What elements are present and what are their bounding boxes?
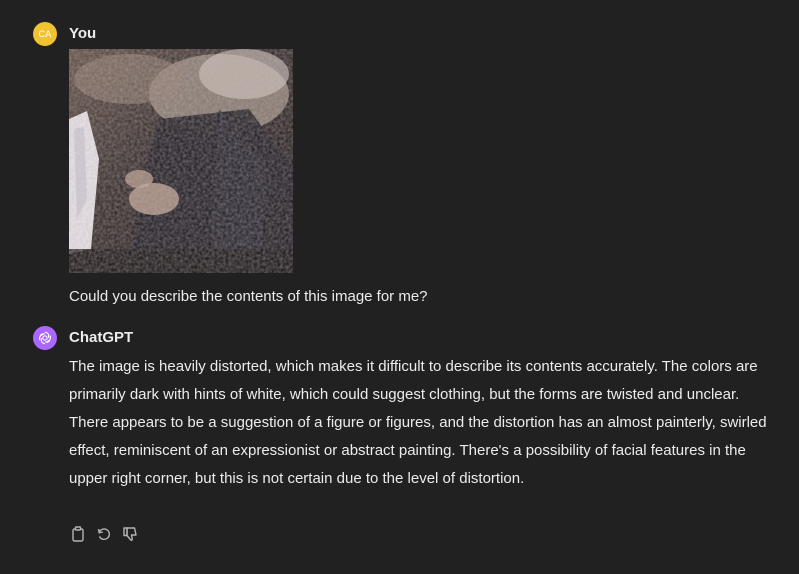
distorted-image-art bbox=[69, 49, 293, 273]
attached-image[interactable] bbox=[69, 49, 293, 273]
message-actions bbox=[69, 525, 139, 543]
openai-logo-icon bbox=[38, 331, 52, 345]
copy-button[interactable] bbox=[69, 525, 87, 543]
regenerate-icon bbox=[97, 528, 111, 541]
thumbs-down-button[interactable] bbox=[121, 525, 139, 543]
user-message-text: Could you describe the contents of this … bbox=[69, 288, 428, 305]
copy-icon bbox=[72, 526, 84, 542]
chatgpt-avatar bbox=[33, 326, 57, 350]
regenerate-button[interactable] bbox=[95, 525, 113, 543]
assistant-author-name: ChatGPT bbox=[69, 329, 134, 346]
user-avatar-initials: CA bbox=[38, 29, 52, 39]
user-author-name: You bbox=[69, 25, 97, 42]
thumbs-down-icon bbox=[123, 527, 137, 541]
user-avatar: CA bbox=[33, 22, 57, 46]
assistant-message-text: The image is heavily distorted, which ma… bbox=[69, 358, 767, 487]
